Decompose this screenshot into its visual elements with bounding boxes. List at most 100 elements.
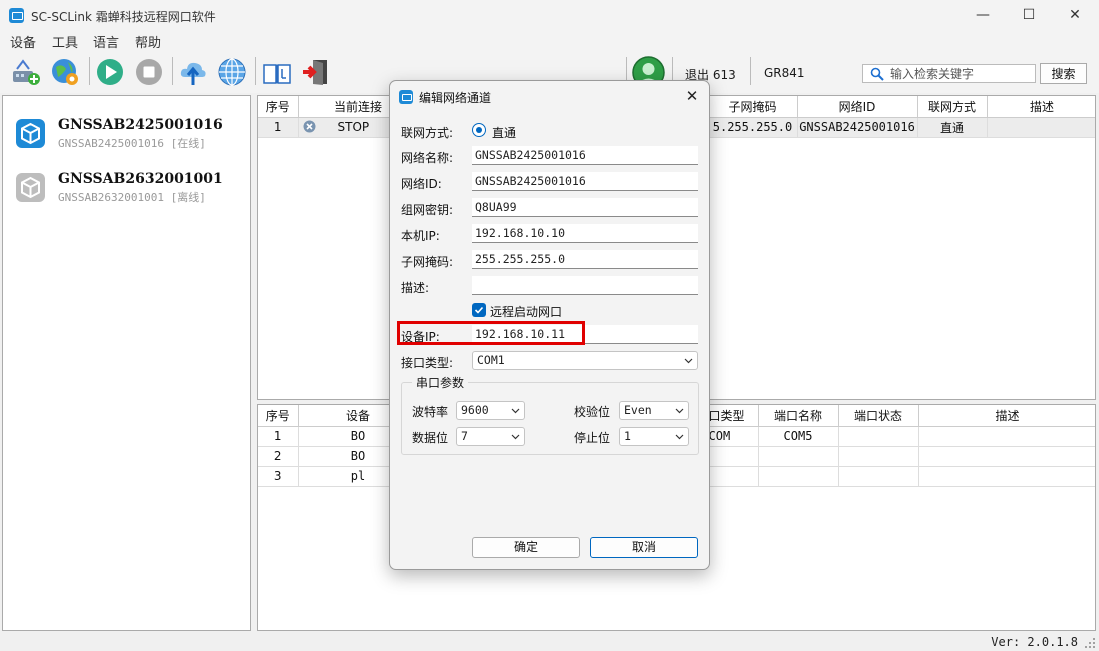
mode-direct-label: 直通 bbox=[492, 126, 517, 140]
menu-tools[interactable]: 工具 bbox=[52, 32, 78, 51]
desc-field[interactable] bbox=[472, 276, 698, 295]
password-field[interactable]: Q8UA99 bbox=[472, 198, 698, 217]
password-label: 组网密钥: bbox=[401, 203, 454, 217]
minimize-button[interactable]: — bbox=[960, 0, 1006, 30]
desc-label: 描述: bbox=[401, 281, 430, 295]
remote-start-label: 远程启动网口 bbox=[490, 305, 563, 319]
baud-value: 9600 bbox=[461, 403, 489, 417]
menu-language[interactable]: 语言 bbox=[93, 32, 119, 51]
manual-book-icon[interactable] bbox=[262, 57, 292, 87]
search-input[interactable] bbox=[890, 66, 1030, 81]
cell-port-status bbox=[838, 466, 919, 487]
chevron-down-icon bbox=[511, 434, 520, 440]
mode-direct-radio[interactable] bbox=[472, 123, 486, 137]
remote-start-checkbox[interactable] bbox=[472, 303, 486, 317]
search-box[interactable] bbox=[862, 64, 1036, 83]
column-header[interactable]: 描述 bbox=[987, 96, 1095, 118]
app-icon bbox=[9, 8, 24, 23]
cell-port-type bbox=[708, 466, 759, 487]
interface-value: COM1 bbox=[477, 353, 505, 367]
device-subtitle: GNSSAB2425001016 [在线] bbox=[58, 137, 206, 150]
baud-select[interactable]: 9600 bbox=[456, 401, 525, 420]
internet-globe-icon[interactable] bbox=[217, 57, 247, 87]
local-ip-label: 本机IP: bbox=[401, 229, 440, 243]
mode-label: 联网方式: bbox=[401, 126, 454, 140]
serial-params-group: 串口参数 波特率 9600 校验位 Even 数据位 7 停止位 1 bbox=[401, 374, 699, 455]
column-header[interactable]: 联网方式 bbox=[917, 96, 988, 118]
cell-index: 1 bbox=[258, 426, 299, 447]
ok-button[interactable]: 确定 bbox=[472, 537, 580, 558]
network-name-field[interactable]: GNSSAB2425001016 bbox=[472, 146, 698, 165]
globe-settings-icon[interactable] bbox=[50, 57, 80, 87]
chevron-down-icon bbox=[684, 358, 693, 364]
device-list-panel: GNSSAB2425001016 GNSSAB2425001016 [在线] G… bbox=[2, 95, 251, 631]
stop-bits-label: 停止位 bbox=[574, 431, 611, 445]
network-id-row: 网络ID: GNSSAB2425001016 bbox=[401, 172, 701, 192]
device-item-online[interactable]: GNSSAB2425001016 GNSSAB2425001016 [在线] bbox=[3, 113, 250, 159]
cell-port-type: COM bbox=[708, 426, 759, 447]
local-ip-field[interactable]: 192.168.10.10 bbox=[472, 224, 698, 243]
device-name: GNSSAB2425001016 bbox=[58, 117, 223, 133]
menu-help[interactable]: 帮助 bbox=[135, 32, 161, 51]
window-title: SC-SCLink 霜蝉科技远程网口软件 bbox=[31, 10, 216, 24]
network-name-row: 网络名称: GNSSAB2425001016 bbox=[401, 146, 701, 166]
cell-desc bbox=[918, 466, 1095, 487]
parity-value: Even bbox=[624, 403, 652, 417]
title-bar: SC-SCLink 霜蝉科技远程网口软件 — ☐ ✕ bbox=[0, 0, 1099, 30]
mask-field[interactable]: 255.255.255.0 bbox=[472, 250, 698, 269]
network-name-label: 网络名称: bbox=[401, 151, 454, 165]
network-id-field[interactable]: GNSSAB2425001016 bbox=[472, 172, 698, 191]
cell-mask: 5.255.255.0 bbox=[708, 117, 798, 138]
dialog-close-button[interactable]: ✕ bbox=[681, 85, 703, 107]
edit-network-channel-dialog: 编辑网络通道 ✕ 联网方式: 直通 网络名称: GNSSAB2425001016… bbox=[389, 80, 710, 570]
device-name: GNSSAB2632001001 bbox=[58, 171, 223, 187]
search-button[interactable]: 搜索 bbox=[1040, 63, 1087, 84]
add-device-icon[interactable] bbox=[11, 57, 41, 87]
chevron-down-icon bbox=[675, 434, 684, 440]
close-window-button[interactable]: ✕ bbox=[1052, 0, 1098, 30]
cell-mode: 直通 bbox=[917, 117, 988, 138]
device-subtitle: GNSSAB2632001001 [离线] bbox=[58, 191, 206, 204]
column-header[interactable]: 描述 bbox=[918, 405, 1095, 427]
column-header[interactable]: 口类型 bbox=[708, 405, 759, 427]
device-item-offline[interactable]: GNSSAB2632001001 GNSSAB2632001001 [离线] bbox=[3, 167, 250, 213]
chevron-down-icon bbox=[675, 408, 684, 414]
local-ip-row: 本机IP: 192.168.10.10 bbox=[401, 224, 701, 244]
data-bits-label: 数据位 bbox=[412, 431, 449, 445]
baud-label: 波特率 bbox=[412, 405, 449, 419]
menu-device[interactable]: 设备 bbox=[10, 32, 36, 51]
play-icon[interactable] bbox=[95, 57, 125, 87]
cell-port-status bbox=[838, 426, 919, 447]
status-bar: Ver: 2.0.1.8 bbox=[0, 631, 1099, 651]
exit-door-icon[interactable] bbox=[301, 57, 331, 87]
resize-grip-icon[interactable] bbox=[1084, 637, 1096, 649]
stop-bits-select[interactable]: 1 bbox=[619, 427, 689, 446]
column-header[interactable]: 子网掩码 bbox=[708, 96, 798, 118]
upload-cloud-icon[interactable] bbox=[178, 57, 208, 87]
parity-select[interactable]: Even bbox=[619, 401, 689, 420]
cell-index: 3 bbox=[258, 466, 299, 487]
cancel-button[interactable]: 取消 bbox=[590, 537, 698, 558]
cell-port-type bbox=[708, 446, 759, 467]
network-id-label: 网络ID: bbox=[401, 177, 442, 191]
cell-desc bbox=[918, 446, 1095, 467]
stop-icon[interactable] bbox=[134, 57, 164, 87]
column-header[interactable]: 序号 bbox=[258, 96, 299, 118]
interface-label: 接口类型: bbox=[401, 356, 454, 370]
maximize-button[interactable]: ☐ bbox=[1006, 0, 1052, 30]
mask-label: 子网掩码: bbox=[401, 255, 454, 269]
stop-status-icon bbox=[303, 120, 315, 133]
data-bits-select[interactable]: 7 bbox=[456, 427, 525, 446]
password-row: 组网密钥: Q8UA99 bbox=[401, 198, 701, 218]
column-header[interactable]: 网络ID bbox=[797, 96, 918, 118]
desc-row: 描述: bbox=[401, 276, 701, 296]
column-header[interactable]: 端口名称 bbox=[758, 405, 839, 427]
interface-select[interactable]: COM1 bbox=[472, 351, 698, 370]
dialog-title: 编辑网络通道 bbox=[419, 91, 492, 105]
device-cube-icon bbox=[16, 173, 45, 202]
column-header[interactable]: 端口状态 bbox=[838, 405, 919, 427]
cell-desc bbox=[918, 426, 1095, 447]
device-code-label: GR841 bbox=[764, 66, 805, 80]
serial-group-title: 串口参数 bbox=[412, 374, 469, 391]
column-header[interactable]: 序号 bbox=[258, 405, 299, 427]
